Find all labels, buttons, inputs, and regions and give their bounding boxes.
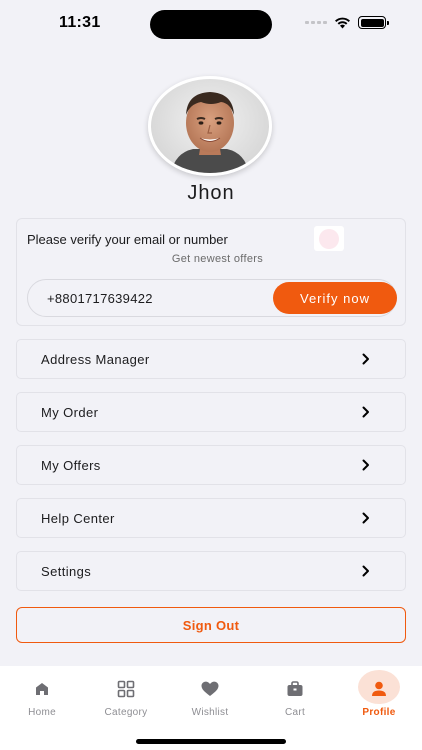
dynamic-island — [150, 10, 272, 39]
menu-item-label: My Order — [41, 405, 99, 420]
home-indicator[interactable] — [136, 739, 286, 744]
profile-avatar[interactable] — [148, 76, 274, 178]
tab-category[interactable]: Category — [84, 666, 168, 726]
verify-now-button[interactable]: Verify now — [273, 282, 397, 314]
chevron-right-icon — [362, 353, 369, 365]
bag-icon — [287, 681, 303, 696]
grid-icon — [117, 680, 135, 698]
status-icons — [305, 16, 389, 29]
tab-cart[interactable]: Cart — [253, 666, 337, 726]
person-icon — [372, 681, 386, 696]
tab-label: Home — [28, 707, 56, 718]
phone-input[interactable]: +8801717639422 Verify now — [27, 279, 397, 317]
profile-name: Jhon — [187, 182, 235, 204]
avatar-portrait-icon — [171, 92, 249, 173]
chevron-right-icon — [362, 459, 369, 471]
menu-item-label: Settings — [41, 564, 92, 579]
menu-item-label: My Offers — [41, 458, 101, 473]
battery-icon — [358, 16, 389, 29]
wifi-icon — [335, 17, 350, 28]
signal-icon — [305, 21, 327, 24]
menu-item-my-order[interactable]: My Order — [16, 392, 406, 432]
tab-label: Profile — [362, 707, 396, 718]
heart-icon — [201, 681, 219, 696]
menu-item-my-offers[interactable]: My Offers — [16, 445, 406, 485]
tab-label: Wishlist — [191, 707, 229, 718]
verify-card: Please verify your email or number Get n… — [16, 218, 406, 326]
menu-item-address-manager[interactable]: Address Manager — [16, 339, 406, 379]
tab-home[interactable]: Home — [0, 666, 84, 726]
chevron-right-icon — [362, 565, 369, 577]
phone-value[interactable]: +8801717639422 — [47, 291, 153, 306]
menu-item-label: Help Center — [41, 511, 115, 526]
verify-subtitle: Get newest offers — [171, 253, 263, 265]
tab-bar: Home Category Wishlist Cart Profile — [0, 666, 422, 750]
menu-item-label: Address Manager — [41, 352, 150, 367]
tab-label: Cart — [284, 707, 306, 718]
home-icon — [36, 683, 48, 695]
offer-badge-icon — [314, 226, 344, 251]
tab-label: Category — [104, 707, 148, 718]
status-time: 11:31 — [59, 14, 101, 31]
sign-out-button[interactable]: Sign Out — [16, 607, 406, 643]
status-bar: 11:31 — [0, 0, 422, 48]
verify-title: Please verify your email or number — [27, 232, 228, 247]
menu-item-settings[interactable]: Settings — [16, 551, 406, 591]
chevron-right-icon — [362, 512, 369, 524]
menu-item-help-center[interactable]: Help Center — [16, 498, 406, 538]
tab-wishlist[interactable]: Wishlist — [168, 666, 252, 726]
chevron-right-icon — [362, 406, 369, 418]
tab-profile[interactable]: Profile — [337, 666, 421, 726]
